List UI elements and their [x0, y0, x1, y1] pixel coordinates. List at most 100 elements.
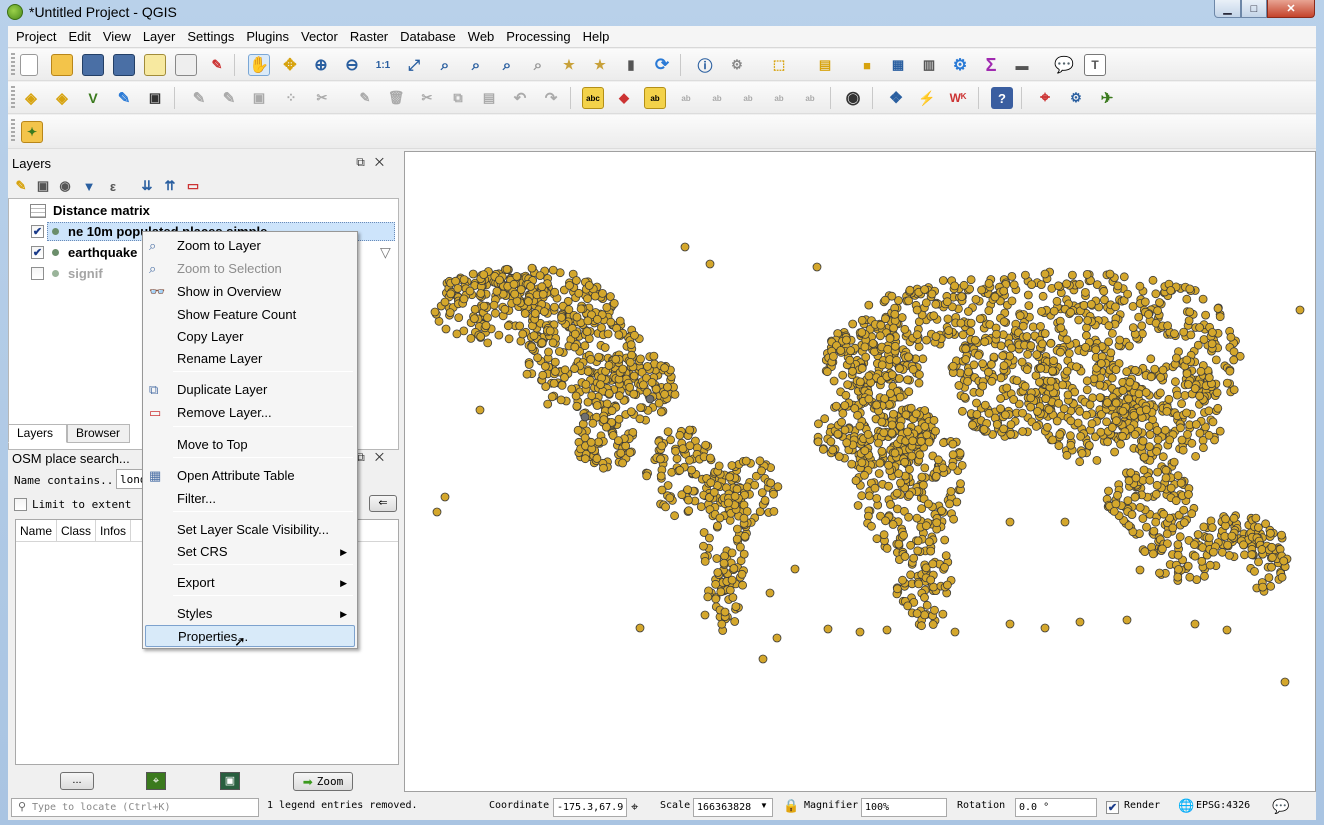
highlight-pinned-icon[interactable]: ab: [675, 87, 697, 109]
wkt-icon[interactable]: Wᴷ: [947, 87, 969, 109]
render-checkbox[interactable]: ✔: [1106, 801, 1119, 814]
toggle-extents-icon[interactable]: ⌖: [631, 799, 638, 815]
add-group-icon[interactable]: ▣: [32, 175, 54, 197]
layer-visibility-checkbox[interactable]: ✔: [31, 246, 44, 259]
new-project-icon[interactable]: [20, 54, 38, 76]
title-bar[interactable]: *Untitled Project - QGIS ▁ □ ✕: [0, 0, 1324, 24]
collapse-all-icon[interactable]: ⇈: [159, 175, 181, 197]
show-bookmarks-icon[interactable]: ★: [589, 54, 611, 76]
zoom-next-icon[interactable]: ⌕: [527, 54, 549, 76]
toolbar-grip[interactable]: [11, 86, 15, 110]
text-annotation-icon[interactable]: T: [1084, 54, 1106, 76]
python-console-icon[interactable]: ❖: [885, 87, 907, 109]
layer-filter-icon[interactable]: ▽: [380, 244, 391, 261]
pan-to-selection-icon[interactable]: ✥: [279, 54, 301, 76]
manage-visibility-icon[interactable]: ◉: [54, 175, 76, 197]
globe-icon[interactable]: 🌐: [1178, 798, 1194, 814]
select-by-value-icon[interactable]: ▤: [814, 54, 836, 76]
new-geopackage-icon[interactable]: ◈: [51, 87, 73, 109]
column-header-name[interactable]: Name: [16, 520, 58, 541]
measure-line-icon[interactable]: ▬: [1011, 54, 1033, 76]
menu-web[interactable]: Web: [462, 26, 501, 48]
menu-database[interactable]: Database: [394, 26, 462, 48]
style-manager-icon[interactable]: ✎: [206, 54, 228, 76]
ctx-item-styles[interactable]: Styles ▶: [145, 603, 355, 625]
ctx-item-duplicate-layer[interactable]: ⧉ Duplicate Layer: [145, 379, 355, 401]
map-extent-icon[interactable]: ▣: [220, 772, 240, 790]
refresh-icon[interactable]: ⟳: [651, 54, 673, 76]
paste-features-icon[interactable]: ▤: [478, 87, 500, 109]
filter-legend-icon[interactable]: ▼: [78, 175, 100, 197]
new-bookmark-icon[interactable]: ★: [558, 54, 580, 76]
zoom-full-icon[interactable]: ⤢: [403, 54, 425, 76]
add-feature-icon[interactable]: ⁘: [280, 87, 302, 109]
ctx-item-zoom-to-selection[interactable]: ⌕ Zoom to Selection: [145, 258, 355, 280]
ctx-item-properties[interactable]: Properties... ➚: [145, 625, 355, 649]
more-options-button[interactable]: ...: [60, 772, 94, 790]
chevron-down-icon[interactable]: ▼: [760, 801, 768, 810]
copy-features-icon[interactable]: ⧉: [447, 87, 469, 109]
toolbar-grip[interactable]: [11, 119, 15, 143]
plugin-icon[interactable]: ✦: [21, 121, 43, 143]
help-icon[interactable]: ?: [991, 87, 1013, 109]
crs-label[interactable]: EPSG:4326: [1196, 800, 1250, 811]
menu-processing[interactable]: Processing: [500, 26, 576, 48]
zoom-in-icon[interactable]: ⊕: [310, 54, 332, 76]
minimize-button[interactable]: ▁: [1214, 0, 1241, 18]
add-delimited-icon[interactable]: ▣: [144, 87, 166, 109]
menu-raster[interactable]: Raster: [344, 26, 394, 48]
zoom-last-icon[interactable]: ⌕: [496, 54, 518, 76]
ctx-item-open-attribute-table[interactable]: ▦ Open Attribute Table: [145, 465, 355, 487]
ctx-item-copy-layer[interactable]: Copy Layer: [145, 326, 355, 348]
ctx-item-remove-layer[interactable]: ▭ Remove Layer...: [145, 402, 355, 424]
ctx-item-export[interactable]: Export ▶: [145, 572, 355, 594]
spatial-bookmarks-icon[interactable]: ▮: [620, 54, 642, 76]
new-print-layout-icon[interactable]: [144, 54, 166, 76]
add-vector-layer-icon[interactable]: V: [82, 87, 104, 109]
magnifier-spinbox[interactable]: 100%: [861, 798, 947, 817]
open-attribute-table-icon[interactable]: ▦: [887, 54, 909, 76]
layer-labeling-icon[interactable]: ◆: [613, 87, 635, 109]
ctx-item-rename-layer[interactable]: Rename Layer: [145, 348, 355, 370]
menu-layer[interactable]: Layer: [137, 26, 182, 48]
select-features-icon[interactable]: ⬚: [768, 54, 790, 76]
zoom-to-selection-icon[interactable]: ⌕: [434, 54, 456, 76]
show-hide-labels-icon[interactable]: ab: [706, 87, 728, 109]
column-header-infos[interactable]: Infos: [96, 520, 132, 541]
sum-icon[interactable]: Σ: [980, 54, 1002, 76]
ctx-item-set-layer-scale-visibility[interactable]: Set Layer Scale Visibility...: [145, 519, 355, 541]
back-button[interactable]: ⇐: [369, 495, 397, 512]
ctx-item-move-to-top[interactable]: Move to Top: [145, 434, 355, 456]
open-layer-styling-icon[interactable]: ✎: [10, 175, 32, 197]
column-header-class[interactable]: Class: [57, 520, 97, 541]
run-action-icon[interactable]: ⚙: [726, 54, 748, 76]
undo-icon[interactable]: ↶: [509, 87, 531, 109]
menu-project[interactable]: Project: [10, 26, 62, 48]
georeferencer-icon[interactable]: ◉: [842, 87, 864, 109]
data-source-manager-icon[interactable]: ◈: [20, 87, 42, 109]
change-label-icon[interactable]: ab: [799, 87, 821, 109]
map-canvas[interactable]: [404, 151, 1316, 792]
rotation-spinbox[interactable]: 0.0 °: [1015, 798, 1097, 817]
remove-layer-icon[interactable]: ▭: [182, 175, 204, 197]
qgis-cloud-icon[interactable]: ✈: [1096, 87, 1118, 109]
zoom-native-icon[interactable]: 1:1: [372, 54, 394, 76]
zoom-to-layer-icon[interactable]: ⌕: [465, 54, 487, 76]
move-label-icon[interactable]: ab: [737, 87, 759, 109]
delete-selected-icon[interactable]: 🗑: [385, 87, 407, 109]
modify-attributes-icon[interactable]: ✎: [354, 87, 376, 109]
coordinate-field[interactable]: -175.3,67.9: [553, 798, 627, 817]
cut-features-icon[interactable]: ✂: [416, 87, 438, 109]
messages-icon[interactable]: 💬: [1272, 798, 1289, 815]
menu-edit[interactable]: Edit: [62, 26, 96, 48]
identify-features-icon[interactable]: ⓘ: [694, 54, 716, 76]
tab-browser[interactable]: Browser: [67, 424, 130, 443]
layer-settings-icon[interactable]: ⚙: [1065, 87, 1087, 109]
limit-to-extent-row[interactable]: Limit to extent: [14, 498, 131, 511]
ctx-item-show-in-overview[interactable]: 👓 Show in Overview: [145, 281, 355, 303]
ctx-item-filter[interactable]: Filter...: [145, 488, 355, 510]
rotate-label-icon[interactable]: ab: [768, 87, 790, 109]
pan-map-icon[interactable]: ✋: [248, 54, 270, 76]
expand-all-icon[interactable]: ⇊: [136, 175, 158, 197]
ctx-item-show-feature-count[interactable]: Show Feature Count: [145, 304, 355, 326]
